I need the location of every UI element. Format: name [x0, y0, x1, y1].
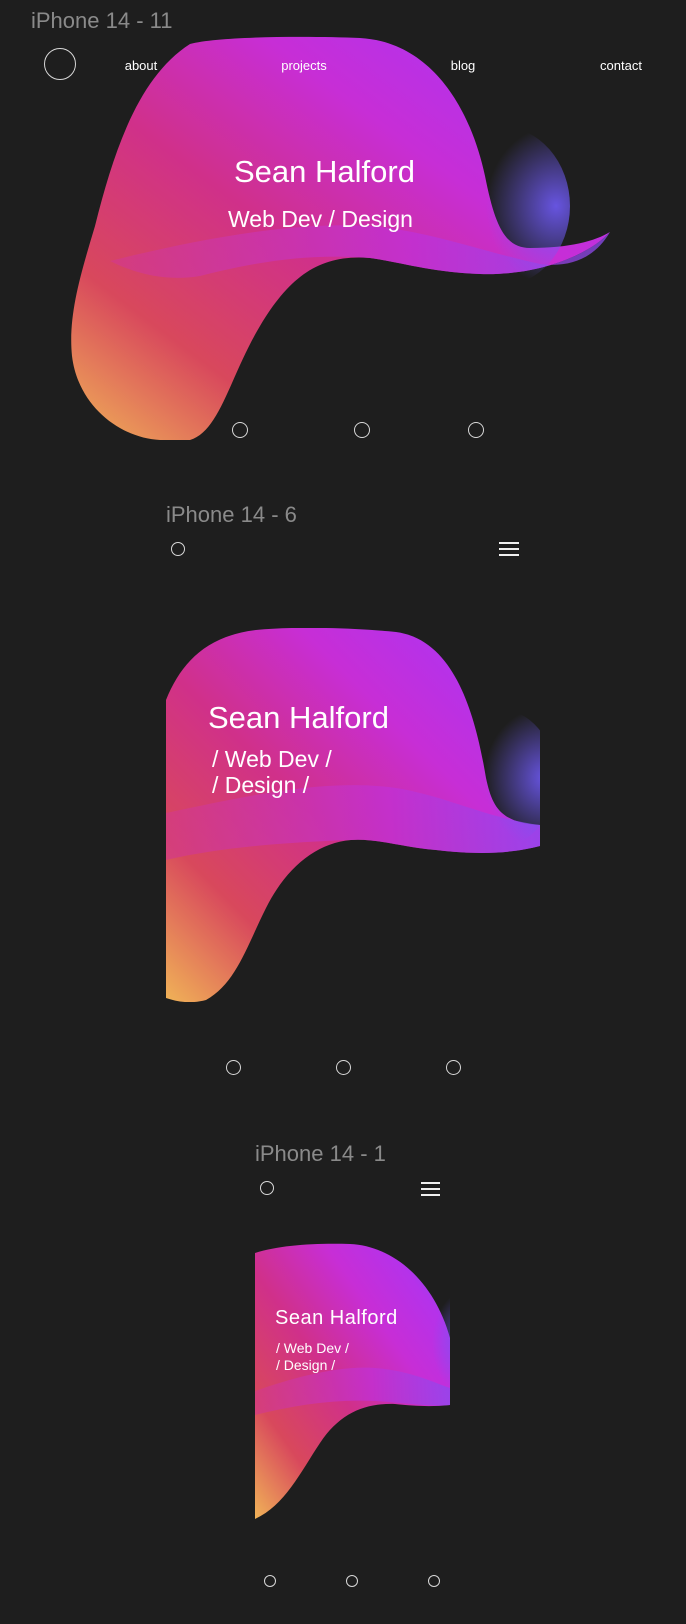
hero-subtitle-line-2: / Design / — [212, 772, 310, 798]
hamburger-menu-icon[interactable] — [421, 1182, 440, 1196]
pagination-dot-2-icon[interactable] — [354, 422, 370, 438]
pagination-dot-3-icon[interactable] — [428, 1575, 440, 1587]
nav-about-link[interactable]: about — [125, 58, 158, 73]
nav-projects-link[interactable]: projects — [281, 58, 327, 73]
frame-title: iPhone 14 - 1 — [255, 1141, 386, 1166]
pagination-dot-1-icon[interactable] — [232, 422, 248, 438]
hero-name: Sean Halford — [208, 700, 389, 735]
pagination-dot-1-icon[interactable] — [264, 1575, 276, 1587]
pagination-dot-3-icon[interactable] — [446, 1060, 461, 1075]
frame-title: iPhone 14 - 6 — [166, 502, 297, 527]
frame-title: iPhone 14 - 11 — [31, 8, 173, 33]
hero-name: Sean Halford — [234, 154, 415, 189]
pagination-dot-1-icon[interactable] — [226, 1060, 241, 1075]
hero-name: Sean Halford — [275, 1307, 398, 1329]
hero-subtitle-line-1: / Web Dev / — [212, 746, 332, 772]
hero-gradient-blob — [71, 36, 610, 441]
logo-circle-icon[interactable] — [171, 542, 185, 556]
hero-subtitle: Web Dev / Design — [228, 206, 413, 232]
nav-contact-link[interactable]: contact — [600, 58, 642, 73]
hamburger-menu-icon[interactable] — [499, 542, 519, 556]
pagination-dot-2-icon[interactable] — [336, 1060, 351, 1075]
logo-circle-icon[interactable] — [260, 1181, 274, 1195]
hero-subtitle-line-2: / Design / — [276, 1357, 336, 1373]
hero-gradient-blob — [166, 628, 540, 1002]
nav-blog-link[interactable]: blog — [451, 58, 476, 73]
hero-subtitle-line-1: / Web Dev / — [276, 1340, 349, 1356]
hero-gradient-blob — [255, 1243, 450, 1519]
logo-circle-icon[interactable] — [44, 48, 76, 80]
pagination-dot-3-icon[interactable] — [468, 422, 484, 438]
pagination-dot-2-icon[interactable] — [346, 1575, 358, 1587]
